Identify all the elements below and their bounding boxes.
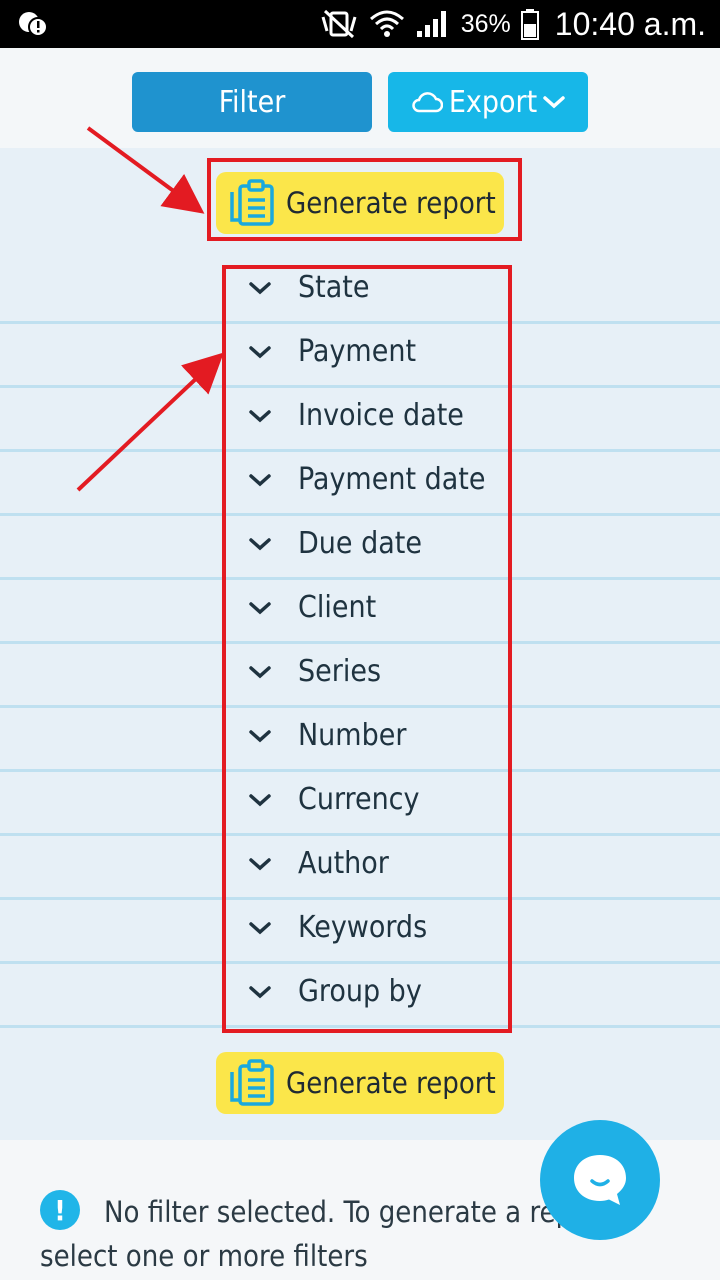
signal-icon (416, 11, 446, 37)
filter-button-label: Filter (218, 84, 286, 120)
export-button[interactable]: Export (388, 72, 588, 132)
highlight-box-filters (222, 265, 512, 1033)
chevron-down-icon (543, 96, 565, 109)
battery-icon (520, 9, 539, 40)
cloud-icon (412, 92, 443, 113)
wifi-icon (369, 10, 404, 37)
mute-vibrate-icon (321, 9, 357, 39)
chat-bubble-icon (574, 1155, 626, 1205)
chat-button[interactable] (540, 1120, 660, 1240)
battery-percentage: 36% (460, 9, 511, 38)
notification-icon (19, 12, 48, 37)
export-button-label: Export (448, 84, 538, 120)
generate-report-label: Generate report (286, 1066, 496, 1100)
toolbar: Filter Export (0, 48, 720, 148)
clipboard-icon (230, 1059, 274, 1106)
generate-report-button-bottom[interactable]: Generate report (216, 1052, 504, 1114)
highlight-box-generate (207, 158, 522, 241)
filter-button[interactable]: Filter (132, 72, 372, 132)
clock: 10:40 a.m. (554, 5, 706, 42)
status-bar: 36% 10:40 a.m. (0, 0, 720, 48)
